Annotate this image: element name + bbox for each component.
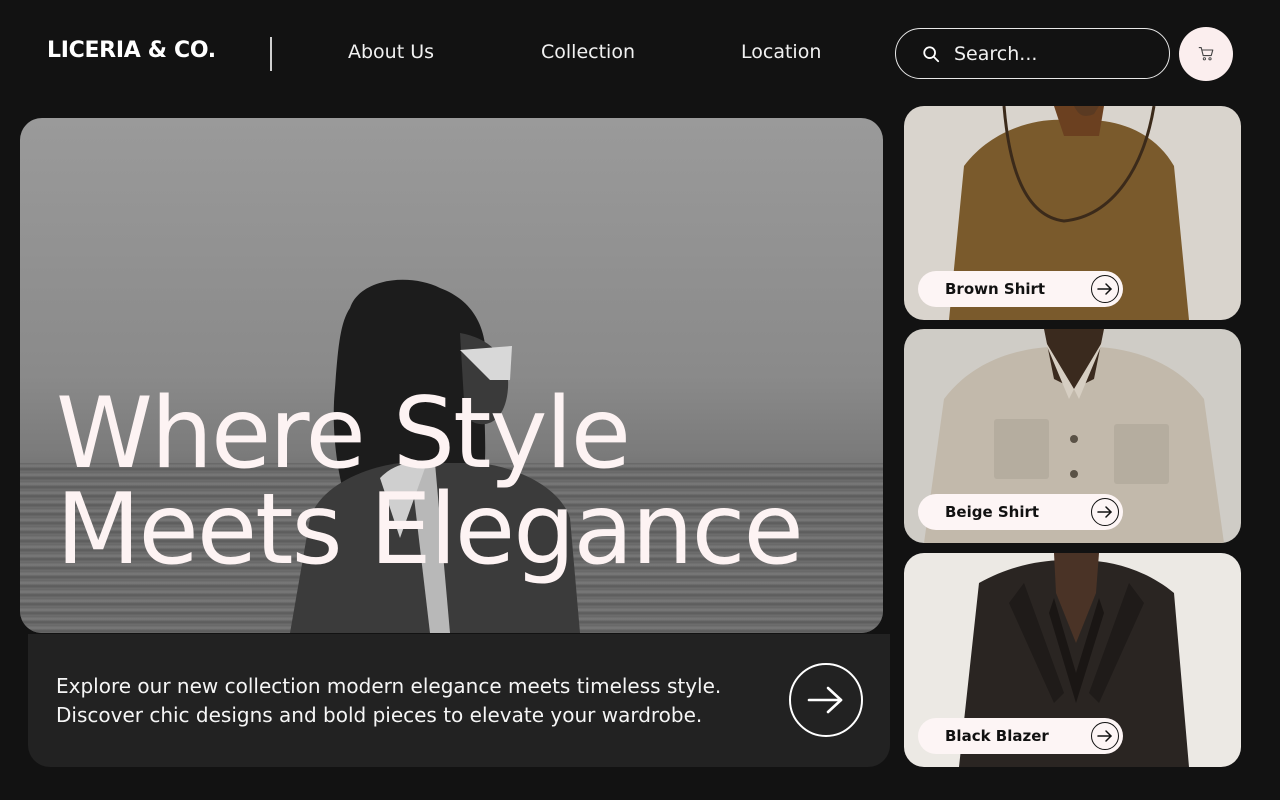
description-panel: Explore our new collection modern elegan…	[28, 634, 890, 767]
hero-image: Where Style Meets Elegance	[20, 118, 883, 633]
product-label-beige-shirt[interactable]: Beige Shirt	[918, 494, 1123, 530]
product-arrow-button[interactable]	[1091, 722, 1119, 750]
product-label-brown-shirt[interactable]: Brown Shirt	[918, 271, 1123, 307]
nav-about-us[interactable]: About Us	[348, 41, 434, 63]
nav-location[interactable]: Location	[741, 41, 821, 63]
description-line2: Discover chic designs and bold pieces to…	[56, 703, 703, 727]
product-card-brown-shirt[interactable]: Brown Shirt	[904, 106, 1241, 320]
explore-arrow-button[interactable]	[789, 663, 863, 737]
header-divider	[270, 37, 272, 71]
product-name: Black Blazer	[945, 727, 1049, 745]
brand-logo[interactable]: LICERIA & CO.	[47, 38, 216, 63]
arrow-right-icon	[807, 686, 843, 714]
hero-headline-line2: Meets Elegance	[56, 473, 804, 587]
nav-collection[interactable]: Collection	[541, 41, 635, 63]
search-input[interactable]	[954, 42, 1154, 65]
product-label-black-blazer[interactable]: Black Blazer	[918, 718, 1123, 754]
product-arrow-button[interactable]	[1091, 498, 1119, 526]
product-arrow-button[interactable]	[1091, 275, 1119, 303]
arrow-right-icon	[1097, 730, 1112, 742]
cart-button[interactable]	[1179, 27, 1233, 81]
product-name: Brown Shirt	[945, 280, 1046, 298]
hero-headline-line1: Where Style	[56, 377, 631, 491]
search-icon	[923, 45, 940, 62]
arrow-right-icon	[1097, 506, 1112, 518]
product-name: Beige Shirt	[945, 503, 1040, 521]
hero-headline: Where Style Meets Elegance	[56, 377, 804, 587]
cart-icon	[1198, 47, 1214, 61]
search-bar[interactable]	[895, 28, 1170, 79]
description-line1: Explore our new collection modern elegan…	[56, 674, 722, 698]
product-card-black-blazer[interactable]: Black Blazer	[904, 553, 1241, 767]
product-card-beige-shirt[interactable]: Beige Shirt	[904, 329, 1241, 543]
arrow-right-icon	[1097, 283, 1112, 295]
